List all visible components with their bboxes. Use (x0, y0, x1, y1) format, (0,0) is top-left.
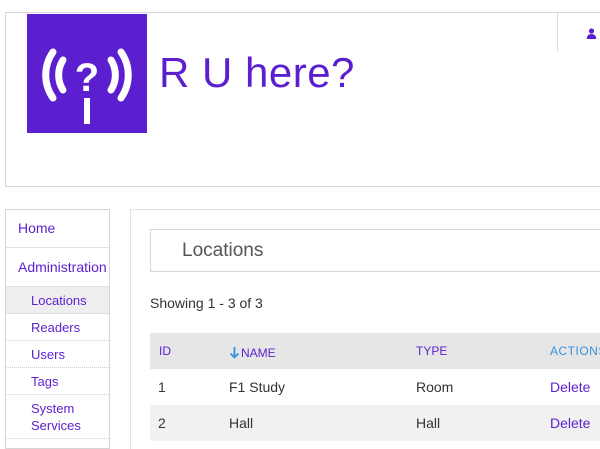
locations-table: ID NAME TYPE ACTIONS 1 F1 Study Room Del… (150, 333, 600, 441)
sidebar-subitem-locations[interactable]: Locations (6, 287, 109, 314)
app-title: R U here? (159, 49, 355, 96)
cell-type: Hall (416, 415, 441, 431)
cell-name: F1 Study (229, 379, 286, 395)
arrow-down-icon (229, 347, 240, 362)
wifi-question-icon[interactable]: ? (27, 14, 147, 133)
cell-name: Hall (229, 415, 254, 431)
delete-link[interactable]: Delete (550, 415, 590, 431)
sidebar-subitem-tags[interactable]: Tags (6, 368, 109, 395)
cell-id: 2 (158, 415, 166, 431)
delete-link[interactable]: Delete (550, 379, 590, 395)
panel-heading: Locations (150, 229, 600, 272)
sidebar-item-administration[interactable]: Administration (6, 248, 109, 287)
results-count: Showing 1 - 3 of 3 (150, 295, 263, 311)
app-header: ? R U here? (5, 12, 600, 187)
svg-text:?: ? (75, 56, 99, 100)
cell-type: Room (416, 379, 454, 395)
header-divider (557, 13, 558, 51)
sidebar-subitem-system-services[interactable]: System Services (6, 395, 109, 439)
sidebar-subitem-users[interactable]: Users (6, 341, 109, 368)
sidebar-item-home[interactable]: Home (6, 210, 109, 248)
column-header-name[interactable]: NAME (229, 346, 276, 362)
table-row: 1 F1 Study Room Delete (150, 369, 600, 405)
column-header-actions: ACTIONS (550, 344, 600, 358)
user-icon[interactable] (586, 26, 597, 44)
table-row: 2 Hall Hall Delete (150, 405, 600, 441)
table-header: ID NAME TYPE ACTIONS (150, 333, 600, 369)
column-header-name-label: NAME (241, 346, 276, 360)
cell-id: 1 (158, 379, 166, 395)
column-header-type[interactable]: TYPE (416, 344, 447, 358)
sidebar-nav: Home Administration Locations Readers Us… (5, 209, 110, 449)
page-title: Locations (182, 240, 264, 261)
column-header-id[interactable]: ID (159, 344, 171, 358)
sidebar-subitem-readers[interactable]: Readers (6, 314, 109, 341)
